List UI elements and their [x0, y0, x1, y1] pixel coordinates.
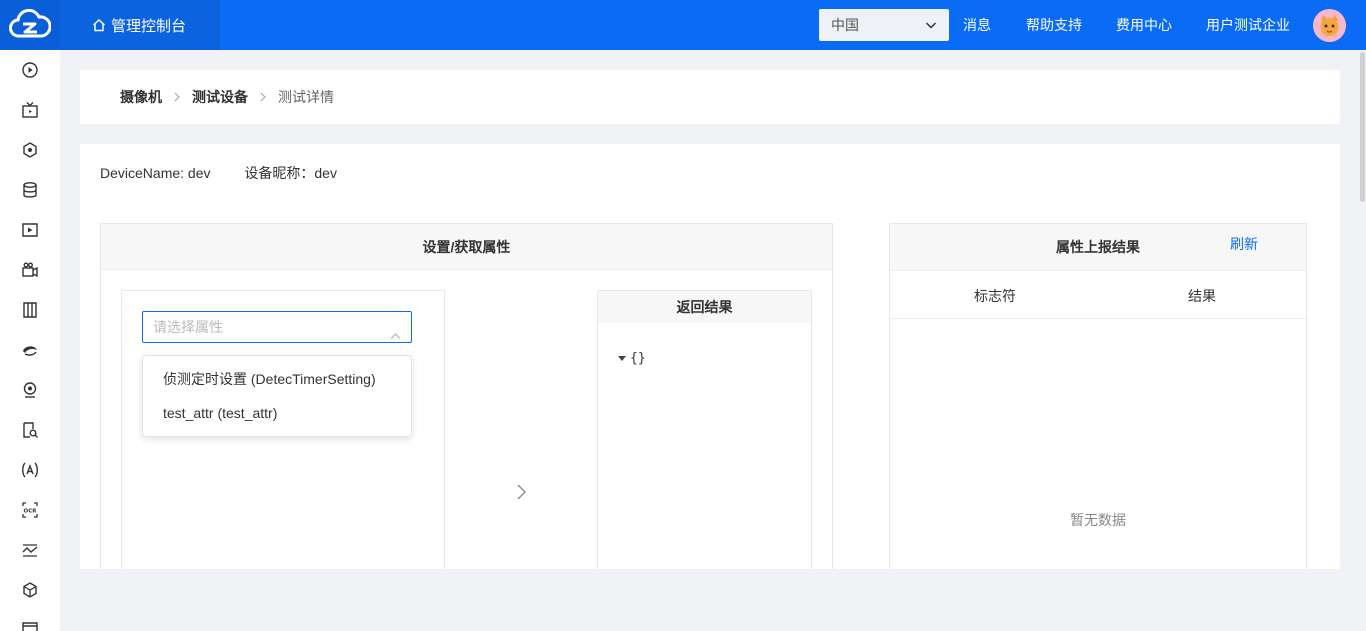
avatar[interactable] — [1313, 9, 1346, 42]
messages-link[interactable]: 消息 — [963, 0, 991, 50]
svg-text:OCR: OCR — [24, 509, 38, 515]
console-button[interactable]: 管理控制台 — [60, 0, 220, 50]
breadcrumb: 摄像机 测试设备 测试详情 — [80, 70, 1340, 124]
scrollbar-thumb[interactable] — [1360, 52, 1365, 202]
top-bar: 管理控制台 中国 消息 帮助支持 费用中心 用户测试企业 — [0, 0, 1366, 50]
chevron-right-icon — [258, 92, 268, 102]
camera-icon[interactable] — [20, 260, 40, 280]
region-select[interactable]: 中国 — [819, 9, 949, 41]
region-value: 中国 — [831, 17, 859, 33]
logo[interactable] — [0, 0, 60, 50]
sidebar: OCR — [0, 50, 60, 631]
chevron-down-icon — [925, 18, 937, 34]
face-recognition-icon[interactable] — [20, 460, 40, 480]
attribute-select[interactable]: 请选择属性 — [142, 311, 412, 343]
breadcrumb-item-test-detail: 测试详情 — [278, 89, 334, 105]
play-circle-icon[interactable] — [20, 60, 40, 80]
device-name: DeviceName: dev — [100, 165, 211, 181]
attribute-select-placeholder: 请选择属性 — [153, 319, 223, 335]
return-result-box: 返回结果 {} — [597, 290, 812, 569]
column-result: 结果 — [1188, 288, 1216, 304]
home-icon — [92, 18, 106, 32]
chevron-right-icon — [172, 92, 182, 102]
webcam-icon[interactable] — [20, 380, 40, 400]
attribute-dropdown: 侦测定时设置 (DetecTimerSetting) test_attr (te… — [142, 355, 412, 437]
breadcrumb-item-test-device[interactable]: 测试设备 — [192, 87, 248, 107]
table-header: 标志符 结果 — [890, 271, 1306, 319]
trend-icon[interactable] — [20, 540, 40, 560]
tv-icon[interactable] — [20, 100, 40, 120]
user-enterprise-link[interactable]: 用户测试企业 — [1206, 0, 1290, 50]
dropdown-option[interactable]: test_attr (test_attr) — [143, 396, 411, 430]
column-identifier: 标志符 — [974, 288, 1016, 304]
ocr-icon[interactable]: OCR — [20, 500, 40, 520]
database-icon[interactable] — [20, 180, 40, 200]
help-link[interactable]: 帮助支持 — [1026, 0, 1082, 50]
panel-title: 设置/获取属性 — [101, 224, 832, 270]
dropdown-option[interactable]: 侦测定时设置 (DetecTimerSetting) — [143, 362, 411, 396]
report-panel-header: 属性上报结果 刷新 — [890, 224, 1306, 271]
empty-state: 暂无数据 — [1070, 512, 1126, 528]
cube-icon[interactable] — [20, 580, 40, 600]
collapse-triangle-icon[interactable] — [618, 356, 626, 361]
billing-link[interactable]: 费用中心 — [1116, 0, 1172, 50]
attribute-report-panel: 属性上报结果 刷新 标志符 结果 暂无数据 — [889, 223, 1307, 569]
swirl-icon[interactable] — [20, 340, 40, 360]
door-icon[interactable] — [20, 300, 40, 320]
report-panel-title: 属性上报结果 — [1056, 239, 1140, 255]
window-icon[interactable] — [20, 618, 40, 631]
device-nickname: 设备昵称：dev — [244, 165, 337, 181]
cloud-logo-icon — [9, 9, 51, 38]
document-search-icon[interactable] — [20, 420, 40, 440]
chevron-right-icon[interactable] — [515, 482, 529, 505]
refresh-link[interactable]: 刷新 — [1230, 221, 1258, 268]
return-result-title: 返回结果 — [598, 291, 811, 323]
hexagon-icon[interactable] — [20, 140, 40, 160]
avatar-face-icon — [1313, 9, 1346, 42]
device-info: DeviceName: dev 设备昵称：dev — [100, 163, 367, 183]
json-content: {} — [630, 351, 646, 366]
json-viewer[interactable]: {} — [618, 351, 646, 366]
console-label: 管理控制台 — [111, 17, 187, 35]
breadcrumb-item-camera[interactable]: 摄像机 — [120, 87, 162, 107]
chevron-up-icon — [390, 322, 401, 352]
video-frame-icon[interactable] — [20, 220, 40, 240]
